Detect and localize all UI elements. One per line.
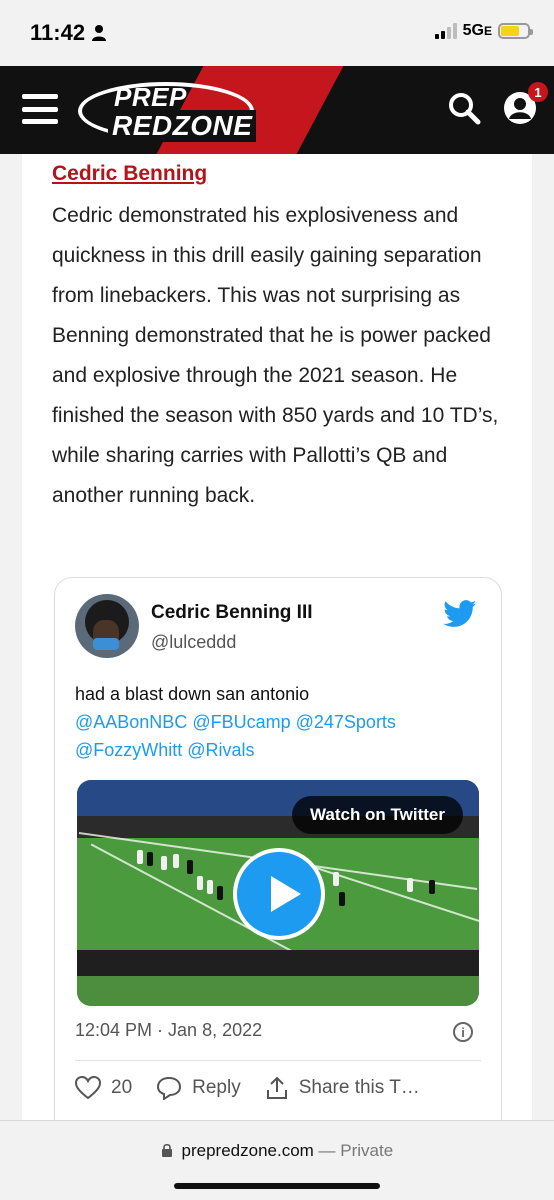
share-button[interactable]: Share this T…: [265, 1076, 420, 1100]
header-icons: 1: [446, 82, 548, 126]
status-time: 11:42: [30, 20, 107, 46]
logo-text-redzone: REDZONE: [108, 110, 257, 142]
logo-text-prep: PREP: [114, 82, 187, 112]
tweet-mentions-line2[interactable]: @FozzyWhitt @Rivals: [75, 736, 485, 764]
tweet-video[interactable]: Watch on Twitter: [77, 780, 479, 1006]
watch-on-twitter-button[interactable]: Watch on Twitter: [291, 796, 463, 834]
url-display[interactable]: prepredzone.com — Private: [0, 1141, 554, 1161]
video-bottom-wall: [77, 950, 479, 976]
site-logo[interactable]: PREP REDZONE: [78, 78, 257, 144]
signal-icon: [434, 23, 457, 39]
status-bar: 11:42 5GE: [0, 0, 554, 66]
reply-label: Reply: [192, 1077, 241, 1098]
avatar[interactable]: [75, 594, 139, 658]
url-separator: —: [313, 1141, 341, 1160]
search-icon[interactable]: [446, 90, 482, 126]
home-indicator: [174, 1183, 380, 1189]
page: 11:42 5GE PREP REDZONE 1 Cedric Benning …: [0, 0, 554, 1200]
battery-icon: [498, 23, 533, 39]
reply-button[interactable]: Reply: [156, 1076, 241, 1100]
tweet-actions: 20 Reply Share this T…: [75, 1076, 420, 1100]
person-icon: [92, 25, 107, 41]
video-turf: [77, 976, 479, 1006]
menu-icon[interactable]: [22, 94, 58, 124]
lock-icon: [161, 1143, 172, 1157]
twitter-bird-icon[interactable]: [443, 600, 477, 628]
tweet-text: had a blast down san antonio @AABonNBC @…: [75, 680, 485, 764]
notification-badge: 1: [528, 82, 548, 102]
status-right: 5GE: [434, 22, 533, 40]
like-count: 20: [111, 1077, 133, 1098]
share-icon: [266, 1076, 287, 1099]
player-name-link[interactable]: Cedric Benning: [52, 162, 207, 186]
heart-icon: [75, 1076, 101, 1100]
account-icon[interactable]: 1: [502, 82, 548, 126]
browser-url-bar[interactable]: prepredzone.com — Private: [0, 1120, 554, 1200]
play-icon[interactable]: [233, 848, 325, 940]
tweet-divider: [75, 1060, 481, 1061]
embedded-tweet[interactable]: Cedric Benning III @lulceddd had a blast…: [54, 577, 502, 1137]
tweet-timestamp[interactable]: 12:04 PM · Jan 8, 2022: [75, 1020, 262, 1041]
url-domain: prepredzone.com: [181, 1141, 314, 1160]
article-paragraph: Cedric demonstrated his explosiveness an…: [52, 204, 499, 507]
tweet-handle[interactable]: @lulceddd: [151, 632, 236, 653]
site-header: PREP REDZONE 1: [0, 66, 554, 154]
info-icon[interactable]: i: [453, 1022, 473, 1042]
like-button[interactable]: 20: [75, 1076, 132, 1100]
share-label: Share this T…: [298, 1077, 420, 1098]
network-label: 5GE: [462, 22, 492, 39]
tweet-display-name[interactable]: Cedric Benning III: [151, 602, 313, 624]
tweet-message: had a blast down san antonio: [75, 684, 310, 704]
clock-text: 11:42: [30, 20, 86, 45]
private-label: Private: [340, 1141, 394, 1160]
tweet-mentions-line1[interactable]: @AABonNBC @FBUcamp @247Sports: [75, 708, 485, 736]
reply-icon: [157, 1076, 182, 1100]
